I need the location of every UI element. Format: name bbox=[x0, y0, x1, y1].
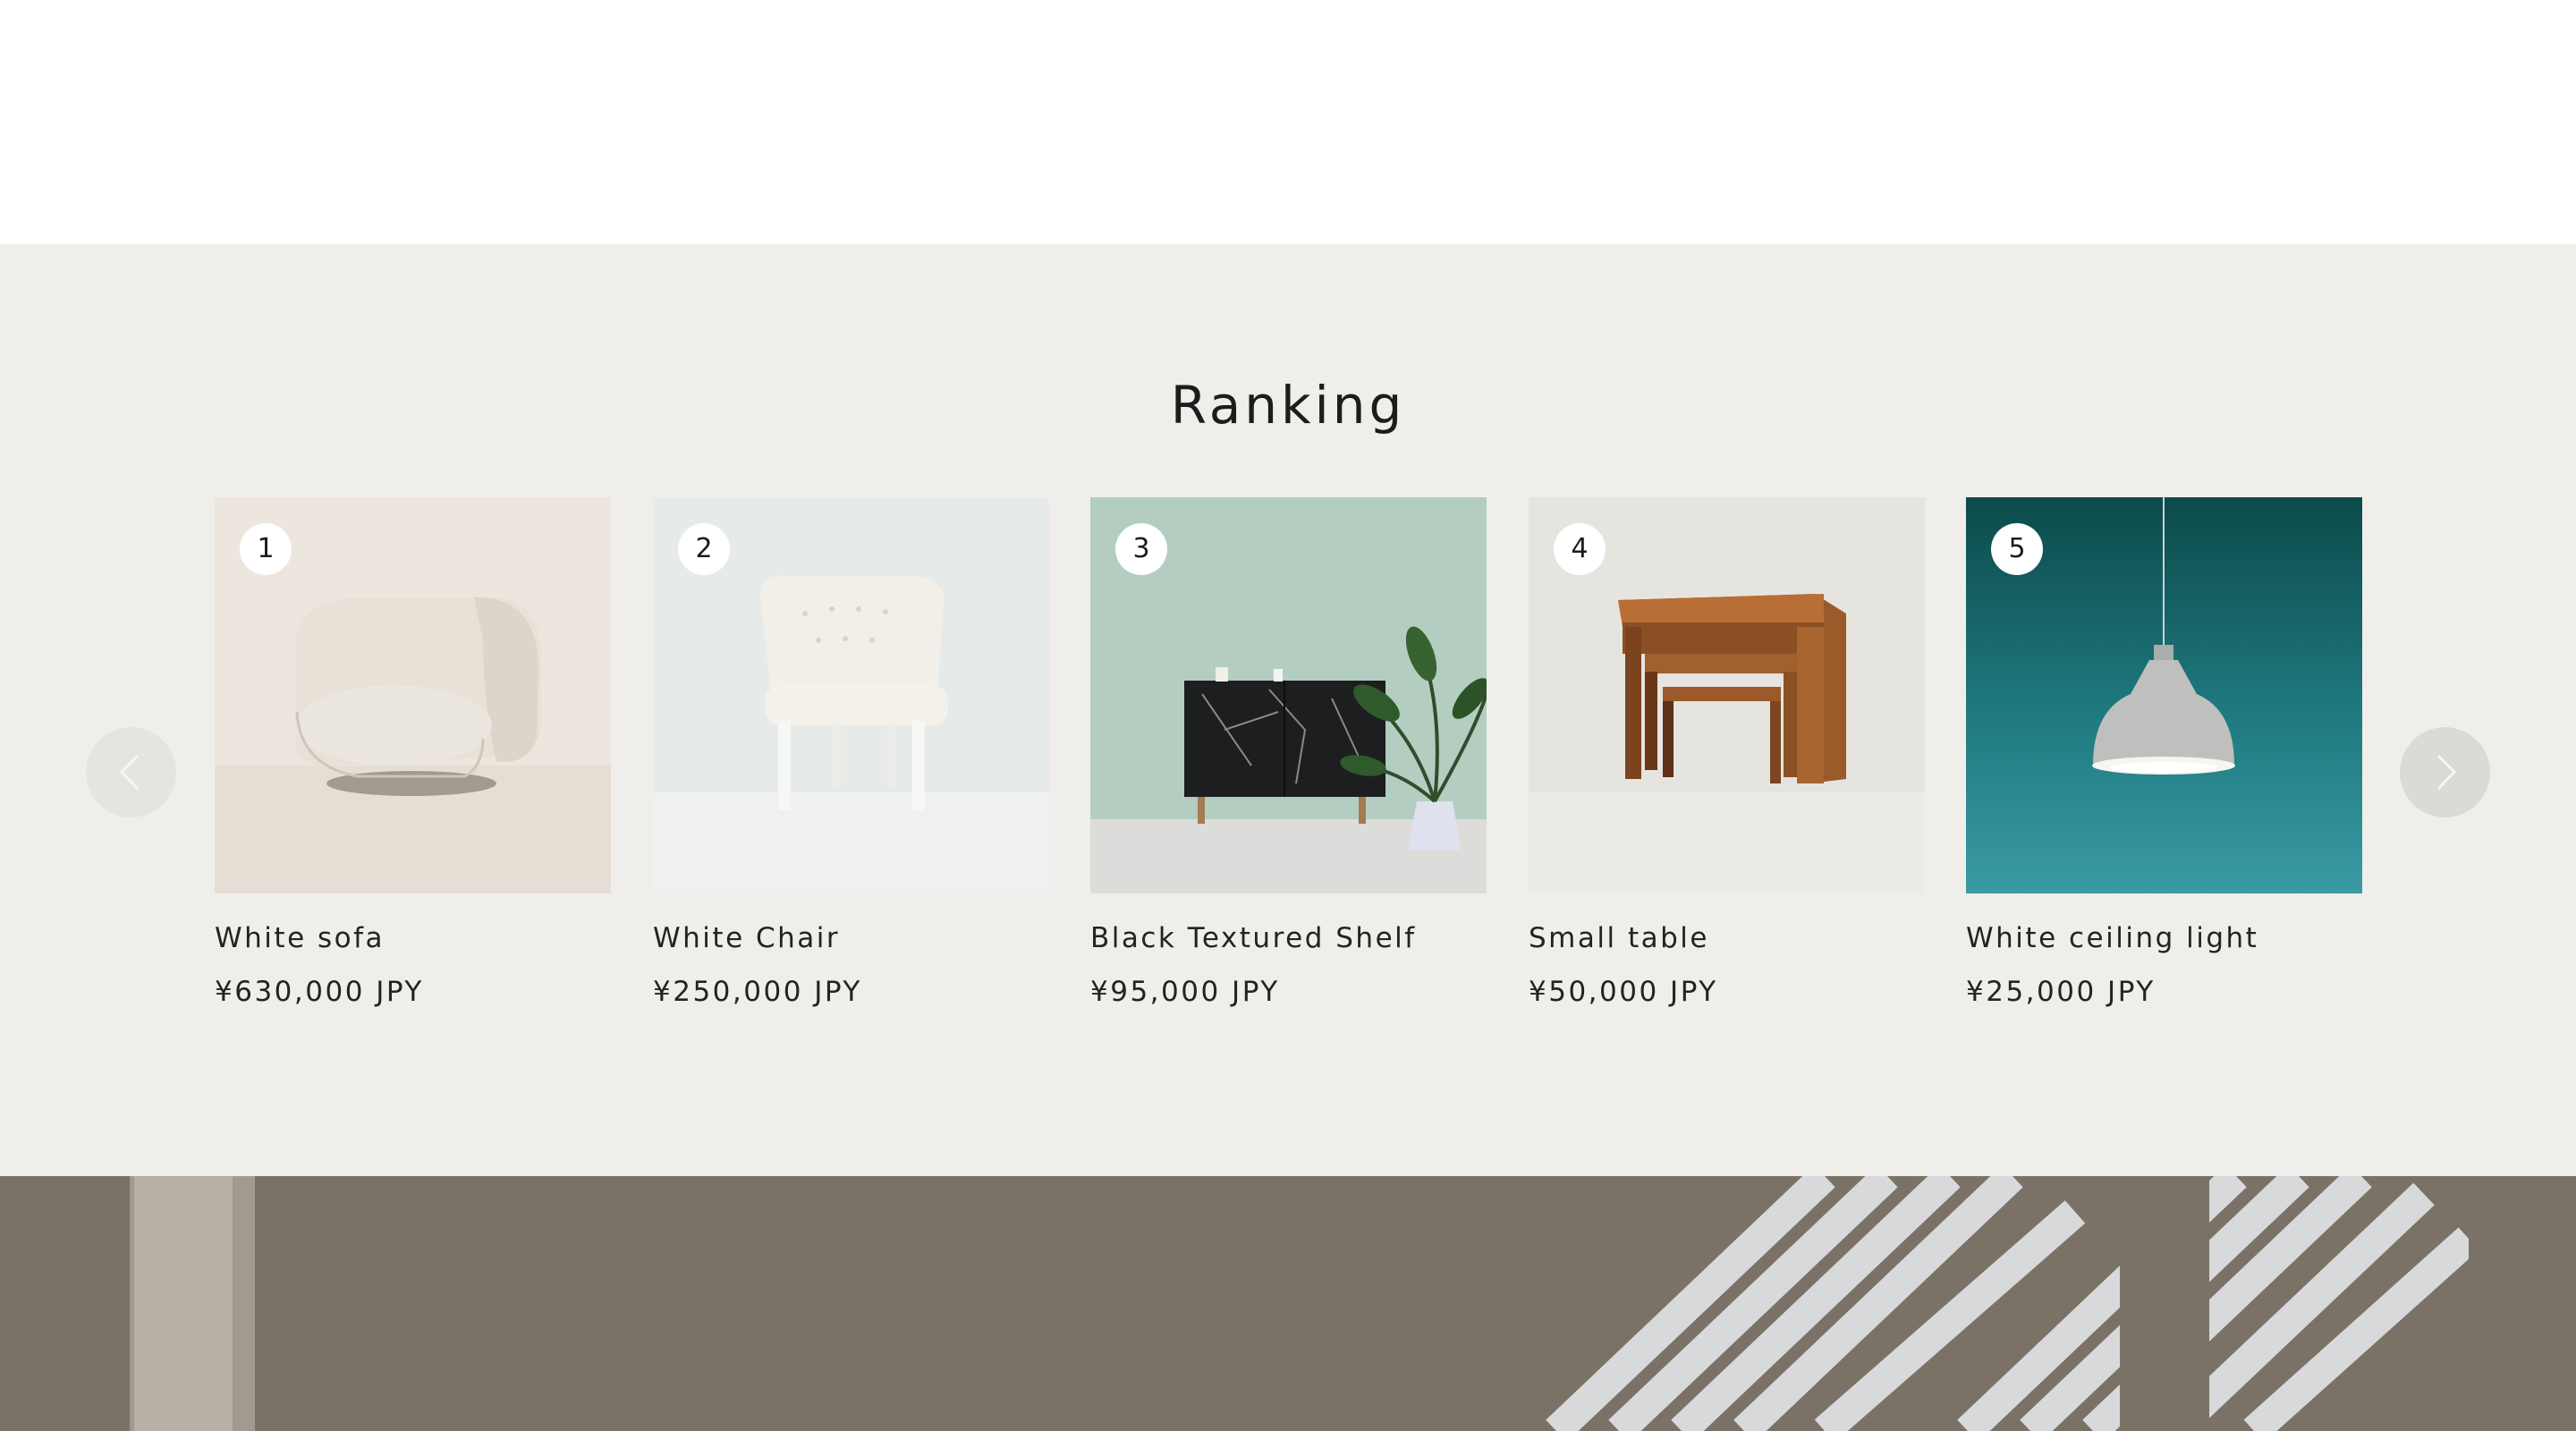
product-name[interactable]: Small table bbox=[1529, 922, 1925, 954]
header-space bbox=[0, 0, 2576, 244]
rank-badge: 2 bbox=[678, 523, 730, 575]
rank-badge: 1 bbox=[240, 523, 292, 575]
chevron-right-icon bbox=[2436, 754, 2457, 791]
product-price: ¥250,000 JPY bbox=[653, 976, 862, 1008]
product-image-chair[interactable]: 2 bbox=[653, 497, 1049, 893]
product-card[interactable]: 4 Small table ¥50,000 JPY bbox=[1529, 497, 1925, 1008]
product-name[interactable]: White sofa bbox=[215, 922, 611, 954]
product-name[interactable]: Black Textured Shelf bbox=[1090, 922, 1487, 954]
product-card[interactable]: 3 Black Textured Shelf ¥95,000 JPY bbox=[1090, 497, 1487, 1008]
rank-badge: 4 bbox=[1554, 523, 1606, 575]
chevron-left-icon bbox=[119, 754, 140, 791]
product-image-shelf[interactable]: 3 bbox=[1090, 497, 1487, 893]
product-price: ¥630,000 JPY bbox=[215, 976, 424, 1008]
product-image-sofa[interactable]: 1 bbox=[215, 497, 611, 893]
product-card[interactable]: 5 White ceiling light ¥25,000 JPY bbox=[1966, 497, 2362, 1008]
ranking-section: Ranking 1 White sofa ¥630,000 JPY 2 Whit… bbox=[0, 244, 2576, 1176]
product-price: ¥25,000 JPY bbox=[1966, 976, 2156, 1008]
product-price: ¥95,000 JPY bbox=[1090, 976, 1280, 1008]
carousel-prev-button[interactable] bbox=[86, 727, 176, 817]
rank-badge: 3 bbox=[1115, 523, 1167, 575]
product-image-table[interactable]: 4 bbox=[1529, 497, 1925, 893]
section-title: Ranking bbox=[1170, 375, 1406, 436]
product-card[interactable]: 2 White Chair ¥250,000 JPY bbox=[653, 497, 1049, 1008]
product-price: ¥50,000 JPY bbox=[1529, 976, 1718, 1008]
product-name[interactable]: White ceiling light bbox=[1966, 922, 2362, 954]
carousel-next-button[interactable] bbox=[2400, 727, 2490, 817]
page: Ranking 1 White sofa ¥630,000 JPY 2 Whit… bbox=[0, 0, 2576, 1431]
product-card[interactable]: 1 White sofa ¥630,000 JPY bbox=[215, 497, 611, 1008]
banner-image bbox=[0, 1176, 2576, 1431]
product-name[interactable]: White Chair bbox=[653, 922, 1049, 954]
rank-badge: 5 bbox=[1991, 523, 2043, 575]
product-image-light[interactable]: 5 bbox=[1966, 497, 2362, 893]
